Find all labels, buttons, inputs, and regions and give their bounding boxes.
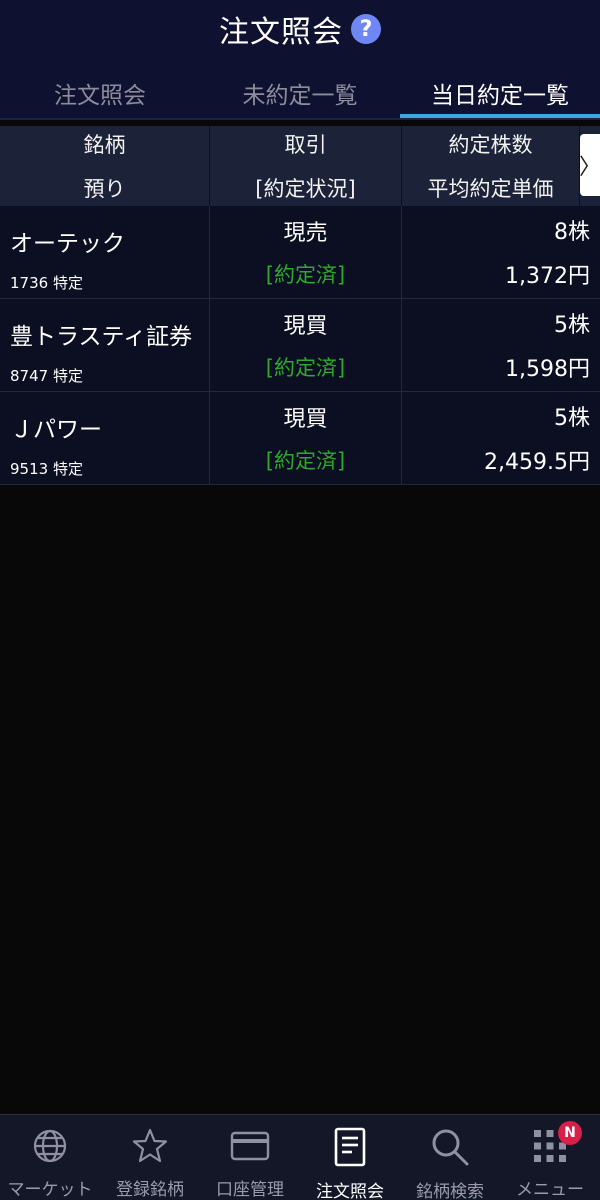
nav-item-watchlist[interactable]: 登録銘柄 <box>100 1115 200 1200</box>
stock-name: 豊トラスティ証券 <box>10 324 193 350</box>
execution-list: オーテック 1736 特定 現売 [約定済] 8株 1,372円 豊トラスティ証… <box>0 206 600 485</box>
executed-quantity: 8株 <box>554 220 590 245</box>
column-qty-label: 約定株数 <box>448 133 533 157</box>
document-icon <box>330 1127 370 1167</box>
trade-type: 現買 <box>283 407 328 432</box>
status-badge: [約定済] <box>265 449 346 473</box>
average-price: 2,459.5円 <box>484 450 590 475</box>
nav-label: マーケット <box>7 1180 93 1200</box>
header-divider <box>0 118 600 120</box>
stock-code-account: 8747 特定 <box>10 367 83 385</box>
column-trade-label: 取引 <box>284 133 327 157</box>
table-row[interactable]: Ｊパワー 9513 特定 現買 [約定済] 5株 2,459.5円 <box>0 392 600 485</box>
nav-label: 登録銘柄 <box>116 1180 184 1200</box>
column-header-execution: 約定株数 平均約定単価 <box>402 126 580 206</box>
table-header: 銘柄 預り 取引 [約定状況] 約定株数 平均約定単価 <box>0 126 600 206</box>
card-icon <box>230 1127 270 1165</box>
tab-order-inquiry[interactable]: 注文照会 <box>0 68 200 118</box>
nav-item-account[interactable]: 口座管理 <box>200 1115 300 1200</box>
app-header: 注文照会 ? 注文照会 未約定一覧 当日約定一覧 <box>0 0 600 120</box>
more-columns-button[interactable]: 〉 <box>579 134 600 196</box>
average-price: 1,372円 <box>505 264 590 289</box>
column-price-label: 平均約定単価 <box>427 177 554 201</box>
nav-label: 注文照会 <box>316 1182 384 1200</box>
tab-unexecuted-list[interactable]: 未約定一覧 <box>200 68 400 118</box>
nav-label: 銘柄検索 <box>416 1182 484 1200</box>
trade-cell: 現買 [約定済] <box>210 299 402 391</box>
nav-label: メニュー <box>516 1180 584 1200</box>
stock-code-account: 9513 特定 <box>10 460 83 478</box>
status-badge: [約定済] <box>265 263 346 287</box>
stock-code-account: 1736 特定 <box>10 274 83 292</box>
column-header-trade: 取引 [約定状況] <box>210 126 402 206</box>
notification-badge: N <box>558 1121 582 1145</box>
trade-cell: 現買 [約定済] <box>210 392 402 484</box>
table-row[interactable]: 豊トラスティ証券 8747 特定 現買 [約定済] 5株 1,598円 <box>0 299 600 392</box>
nav-item-market[interactable]: マーケット <box>0 1115 100 1200</box>
execution-cell: 5株 2,459.5円 <box>402 392 600 484</box>
search-icon <box>430 1127 470 1167</box>
column-header-stock: 銘柄 預り <box>0 126 210 206</box>
table-row[interactable]: オーテック 1736 特定 現売 [約定済] 8株 1,372円 <box>0 206 600 299</box>
executed-quantity: 5株 <box>554 313 590 338</box>
nav-item-stock-search[interactable]: 銘柄検索 <box>400 1115 500 1200</box>
tab-bar: 注文照会 未約定一覧 当日約定一覧 <box>0 68 600 118</box>
tab-today-executions[interactable]: 当日約定一覧 <box>400 68 600 118</box>
status-badge: [約定済] <box>265 356 346 380</box>
trade-type: 現買 <box>283 314 328 339</box>
executed-quantity: 5株 <box>554 406 590 431</box>
trade-cell: 現売 [約定済] <box>210 206 402 298</box>
globe-icon <box>30 1127 70 1165</box>
stock-name: Ｊパワー <box>10 417 102 443</box>
stock-cell: 豊トラスティ証券 8747 特定 <box>0 299 210 391</box>
execution-cell: 8株 1,372円 <box>402 206 600 298</box>
stock-cell: オーテック 1736 特定 <box>0 206 210 298</box>
execution-cell: 5株 1,598円 <box>402 299 600 391</box>
nav-item-menu[interactable]: N メニュー <box>500 1115 600 1200</box>
nav-item-order-inquiry[interactable]: 注文照会 <box>300 1115 400 1200</box>
trade-type: 現売 <box>283 221 328 246</box>
star-icon <box>130 1127 170 1165</box>
stock-name: オーテック <box>10 231 125 257</box>
average-price: 1,598円 <box>505 357 590 382</box>
help-icon[interactable]: ? <box>351 14 381 44</box>
bottom-nav: マーケット 登録銘柄 口座管理 注文照会 銘柄検索 N メニュー <box>0 1114 600 1200</box>
column-status-label: [約定状況] <box>255 177 356 201</box>
stock-cell: Ｊパワー 9513 特定 <box>0 392 210 484</box>
column-account-label: 預り <box>83 177 126 201</box>
nav-label: 口座管理 <box>216 1180 284 1200</box>
column-stock-label: 銘柄 <box>83 133 126 157</box>
title-row: 注文照会 ? <box>0 0 600 58</box>
page-title: 注文照会 <box>219 15 343 50</box>
